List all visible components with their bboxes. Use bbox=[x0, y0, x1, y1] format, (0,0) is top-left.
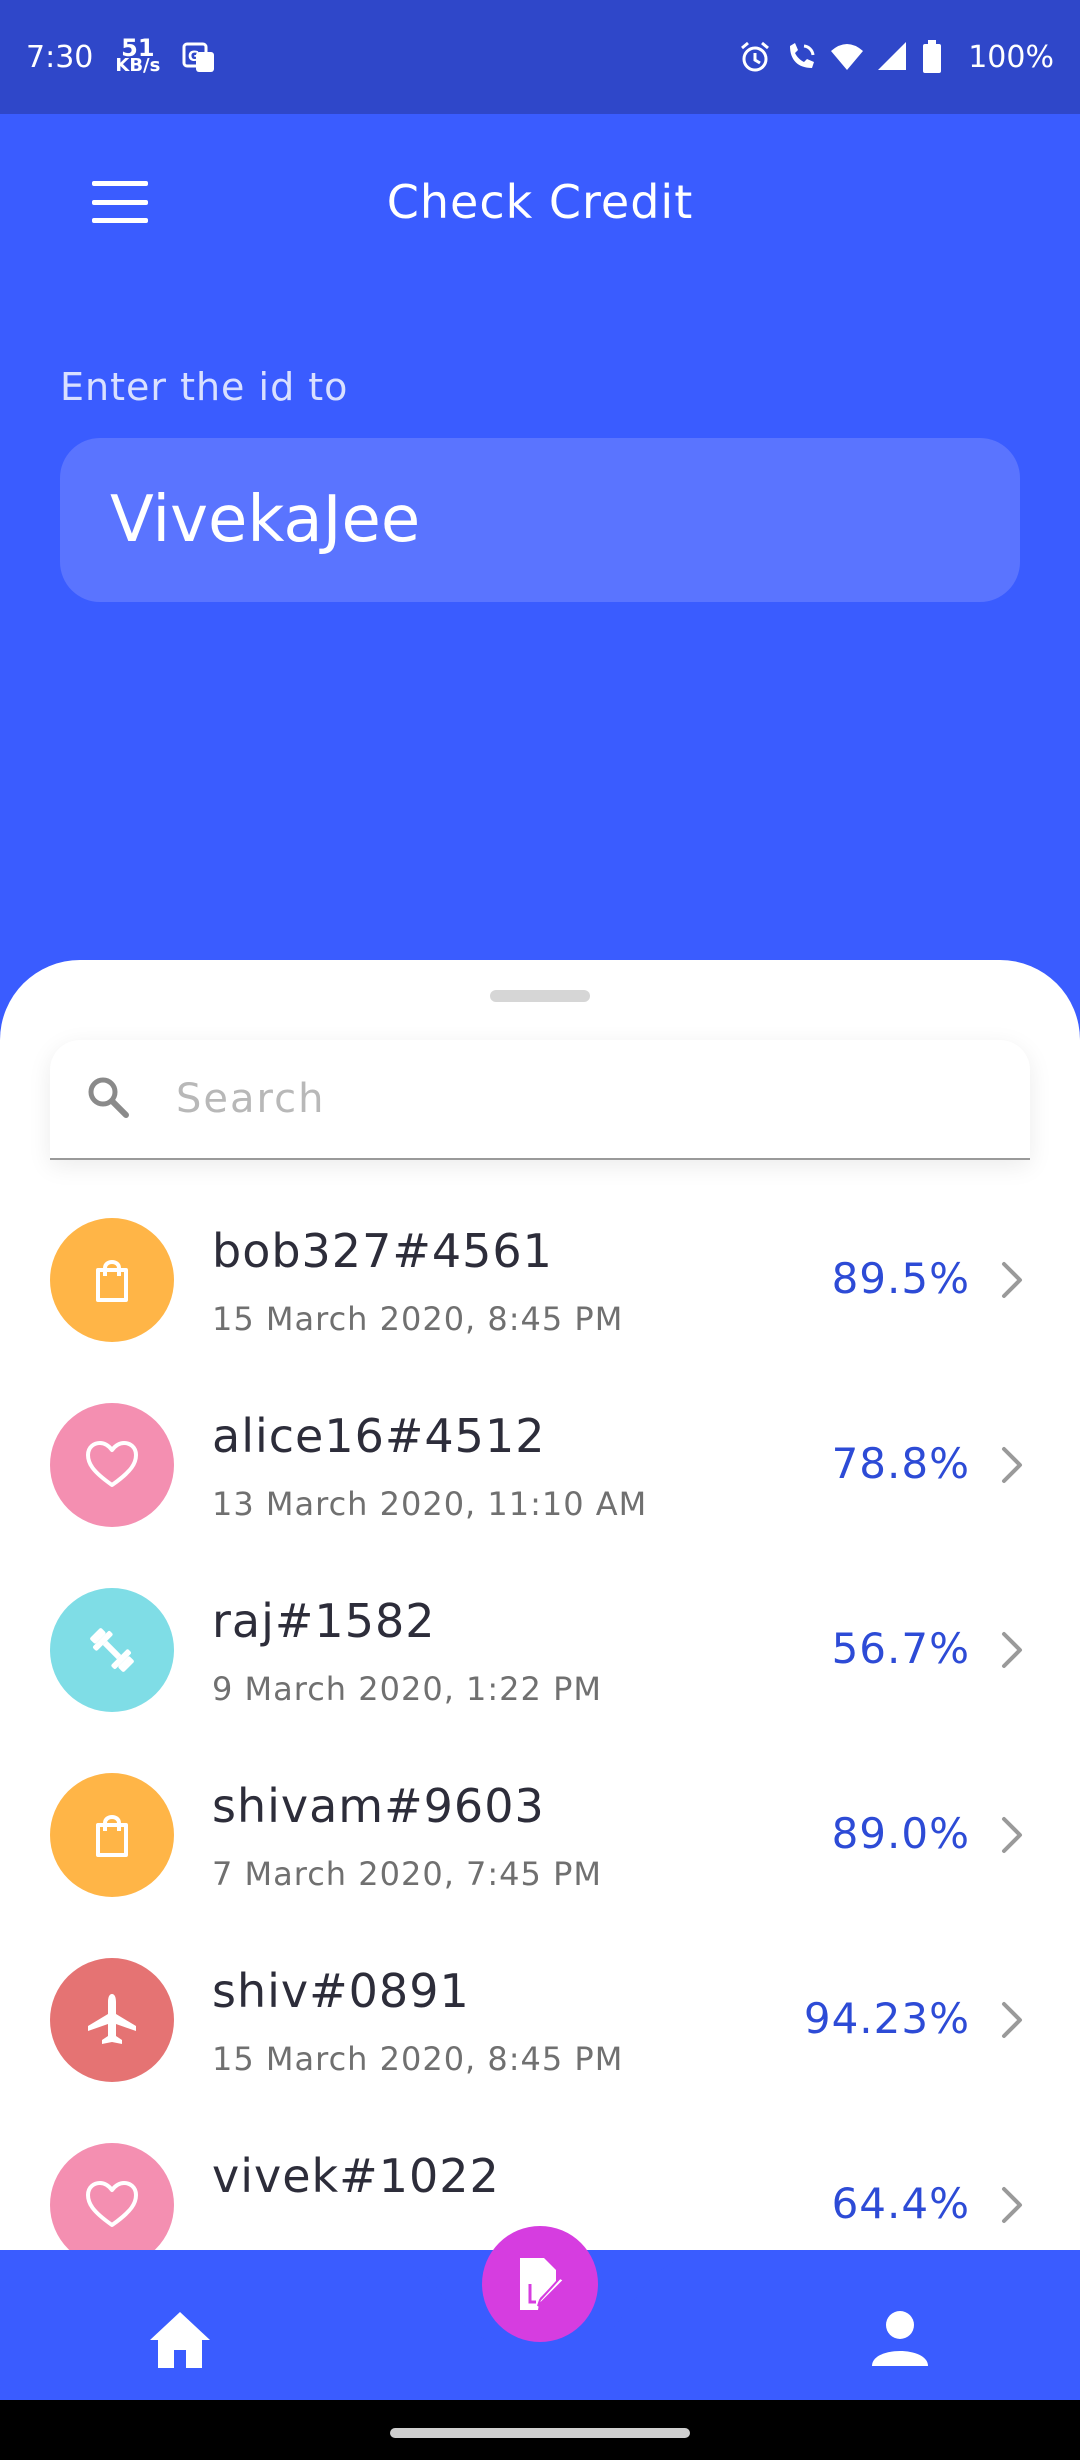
system-gesture-bar bbox=[0, 2400, 1080, 2460]
list-item[interactable]: alice16#4512 13 March 2020, 11:10 AM 78.8% bbox=[0, 1403, 1080, 1588]
item-score: 78.8% bbox=[831, 1439, 970, 1488]
airplane-icon bbox=[50, 1958, 174, 2082]
dumbbell-icon bbox=[50, 1588, 174, 1712]
list-item[interactable]: raj#1582 9 March 2020, 1:22 PM 56.7% bbox=[0, 1588, 1080, 1773]
chevron-right-icon[interactable] bbox=[998, 1815, 1028, 1855]
chevron-right-icon[interactable] bbox=[998, 1445, 1028, 1485]
item-name: vivek#1022 bbox=[212, 2149, 500, 2203]
battery-icon bbox=[922, 40, 956, 74]
item-date: 15 March 2020, 8:45 PM bbox=[212, 2040, 624, 2078]
status-left: 7:30 51 KB/s G bbox=[26, 36, 216, 76]
item-score: 56.7% bbox=[831, 1624, 970, 1673]
chevron-right-icon[interactable] bbox=[998, 1630, 1028, 1670]
item-score: 89.5% bbox=[831, 1254, 970, 1303]
bottom-navigation bbox=[0, 2226, 1080, 2400]
status-time: 7:30 bbox=[26, 39, 94, 75]
status-right: 100% bbox=[738, 40, 1054, 75]
item-name: shivam#9603 bbox=[212, 1779, 545, 1833]
chevron-right-icon[interactable] bbox=[998, 2185, 1028, 2225]
list-item[interactable]: shiv#0891 15 March 2020, 8:45 PM 94.23% bbox=[0, 1958, 1080, 2143]
item-name: alice16#4512 bbox=[212, 1409, 546, 1463]
bottom-sheet[interactable]: bob327#4561 15 March 2020, 8:45 PM 89.5% al… bbox=[0, 960, 1080, 2250]
signal-icon bbox=[876, 40, 910, 74]
search-input[interactable] bbox=[176, 1076, 996, 1122]
id-input[interactable] bbox=[110, 483, 970, 557]
item-name: raj#1582 bbox=[212, 1594, 436, 1648]
battery-percent: 100% bbox=[968, 39, 1054, 75]
item-score: 94.23% bbox=[803, 1994, 970, 2043]
drag-handle[interactable] bbox=[490, 990, 590, 1002]
id-field-label: Enter the id to bbox=[60, 365, 349, 409]
person-icon[interactable] bbox=[870, 2308, 930, 2368]
net-speed-unit: KB/s bbox=[115, 55, 161, 76]
item-date: 9 March 2020, 1:22 PM bbox=[212, 1670, 602, 1708]
list-item[interactable]: bob327#4561 15 March 2020, 8:45 PM 89.5% bbox=[0, 1218, 1080, 1403]
chevron-right-icon[interactable] bbox=[998, 1260, 1028, 1300]
net-speed: 51 KB/s bbox=[115, 36, 161, 76]
edit-document-icon[interactable] bbox=[482, 2226, 598, 2342]
wifi-call-icon bbox=[784, 40, 818, 74]
heart-icon bbox=[50, 1403, 174, 1527]
search-bar[interactable] bbox=[50, 1040, 1030, 1160]
item-score: 89.0% bbox=[831, 1809, 970, 1858]
home-icon[interactable] bbox=[148, 2310, 212, 2370]
item-name: bob327#4561 bbox=[212, 1224, 553, 1278]
translate-icon: G bbox=[182, 40, 216, 74]
page-title: Check Credit bbox=[386, 174, 694, 229]
hamburger-menu-icon[interactable] bbox=[92, 181, 148, 223]
item-date: 15 March 2020, 8:45 PM bbox=[212, 1300, 624, 1338]
item-date: 13 March 2020, 11:10 AM bbox=[212, 1485, 648, 1523]
alarm-icon bbox=[738, 40, 772, 74]
list-item[interactable]: shivam#9603 7 March 2020, 7:45 PM 89.0% bbox=[0, 1773, 1080, 1958]
app-header: Check Credit bbox=[0, 114, 1080, 289]
shopping-bag-icon bbox=[50, 1773, 174, 1897]
search-icon bbox=[86, 1075, 130, 1123]
id-input-container[interactable] bbox=[60, 438, 1020, 602]
gesture-handle[interactable] bbox=[390, 2428, 690, 2438]
chevron-right-icon[interactable] bbox=[998, 2000, 1028, 2040]
status-bar: 7:30 51 KB/s G 100% bbox=[0, 0, 1080, 114]
wifi-icon bbox=[830, 40, 864, 74]
transaction-list: bob327#4561 15 March 2020, 8:45 PM 89.5% al… bbox=[0, 1218, 1080, 2250]
heart-icon bbox=[50, 2143, 174, 2250]
shopping-bag-icon bbox=[50, 1218, 174, 1342]
item-date: 7 March 2020, 7:45 PM bbox=[212, 1855, 602, 1893]
item-name: shiv#0891 bbox=[212, 1964, 470, 2018]
item-score: 64.4% bbox=[831, 2179, 970, 2228]
